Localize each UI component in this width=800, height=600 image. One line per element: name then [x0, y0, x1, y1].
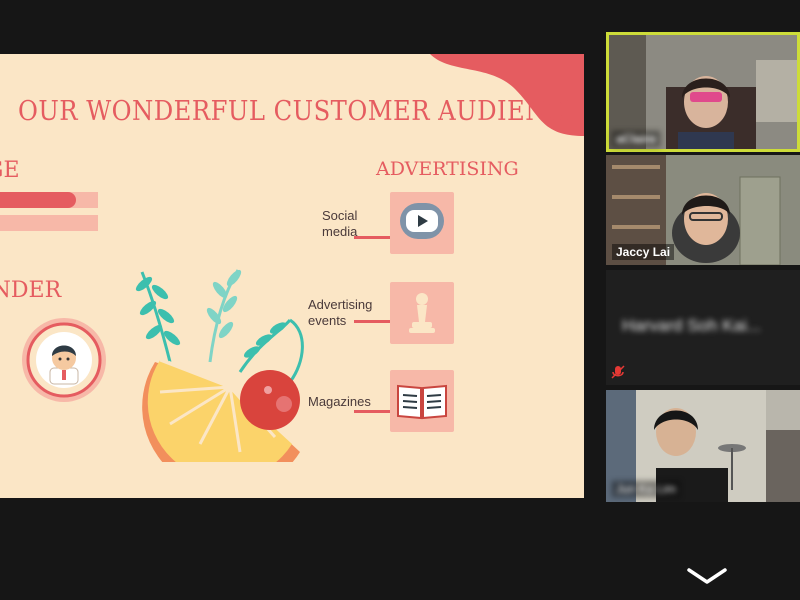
connector-line	[354, 320, 390, 323]
participant-video-tile[interactable]: Harvard Soh Kai...	[606, 270, 800, 385]
channel-label-line: Advertising	[308, 297, 373, 312]
channel-label-social-media: Social media	[322, 208, 357, 240]
chevron-down-icon[interactable]	[686, 566, 728, 586]
social-media-tile	[390, 192, 454, 254]
youtube-icon	[400, 203, 444, 239]
channel-label-line: Social	[322, 208, 358, 223]
participant-video-tile[interactable]: Jun Ka Lim	[606, 390, 800, 502]
age-bar	[0, 215, 98, 231]
connector-line	[354, 236, 390, 239]
channel-label-line: media	[322, 224, 358, 239]
magazines-tile	[390, 370, 454, 432]
channel-label-advertising-events: Advertising events	[308, 297, 372, 329]
connector-line	[354, 410, 390, 413]
participant-video-tile[interactable]: aClaire	[606, 32, 800, 152]
slide-title: OUR WONDERFUL CUSTOMER AUDIENCES	[18, 96, 584, 127]
channel-label-magazines: Magazines	[308, 394, 371, 410]
age-bar	[0, 192, 98, 208]
participant-name-large: Harvard Soh Kai...	[622, 316, 761, 335]
advertising-events-tile	[390, 282, 454, 344]
age-bar-fill	[0, 215, 98, 231]
muted-microphone-icon	[611, 365, 625, 379]
chess-pawn-icon	[409, 293, 435, 333]
gender-heading: GENDER	[0, 278, 62, 303]
participant-video-tile[interactable]: Jaccy Lai	[606, 155, 800, 265]
open-book-icon	[397, 384, 447, 420]
participant-name: aClaire	[612, 131, 661, 147]
channel-label-line: Magazines	[308, 394, 371, 409]
advertising-heading: ADVERTISING	[376, 158, 519, 180]
age-bar-fill	[0, 192, 77, 208]
fruit-illustration	[135, 269, 304, 462]
age-heading: AGE	[0, 158, 20, 183]
participant-name: Jaccy Lai	[612, 244, 675, 260]
participant-name: Jun Ka Lim	[612, 481, 681, 497]
shared-slide: OUR WONDERFUL CUSTOMER AUDIENCES AGE GEN…	[0, 54, 584, 498]
avatar	[22, 318, 106, 402]
